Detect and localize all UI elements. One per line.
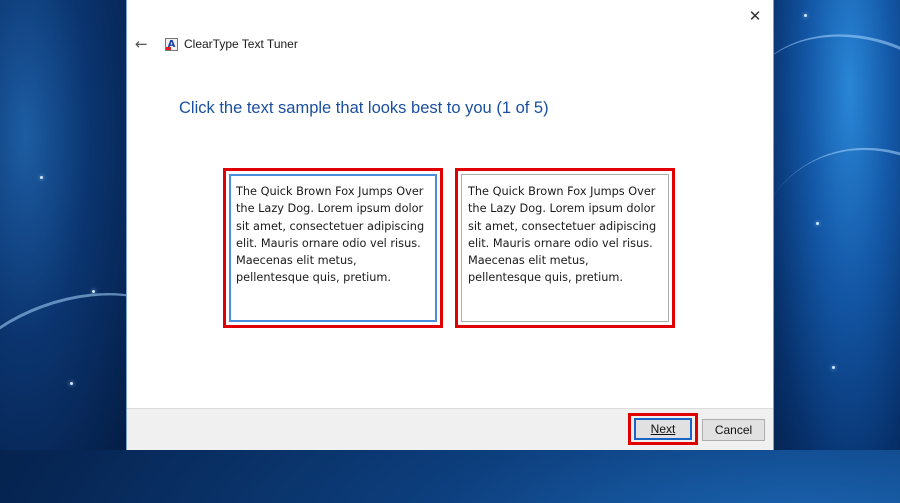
title-bar: ← A ClearType Text Tuner [135,34,298,54]
sparkle [70,382,73,385]
window-title: ClearType Text Tuner [184,37,298,51]
sparkle [832,366,835,369]
close-icon: ✕ [748,7,762,25]
desktop-background-left [0,0,221,503]
next-button-highlight: Next [628,413,698,445]
text-sample-2-highlight: The Quick Brown Fox Jumps Over the Lazy … [455,168,675,328]
button-footer: Next Cancel [127,408,773,450]
text-sample-1-highlight: The Quick Brown Fox Jumps Over the Lazy … [223,168,443,328]
text-sample-1[interactable]: The Quick Brown Fox Jumps Over the Lazy … [229,174,437,322]
cleartype-app-icon: A [165,37,178,51]
instruction-heading: Click the text sample that looks best to… [179,99,549,117]
desktop-background-right [703,0,900,450]
cleartype-tuner-window: ✕ ← A ClearType Text Tuner Click the tex… [126,0,774,450]
sparkle [804,14,807,17]
next-button[interactable]: Next [634,418,692,440]
cancel-button[interactable]: Cancel [702,419,765,441]
text-sample-2[interactable]: The Quick Brown Fox Jumps Over the Lazy … [461,174,669,322]
back-arrow-icon[interactable]: ← [135,36,151,52]
sparkle [40,176,43,179]
sparkle [92,290,95,293]
close-button[interactable]: ✕ [743,4,767,28]
sparkle [816,222,819,225]
